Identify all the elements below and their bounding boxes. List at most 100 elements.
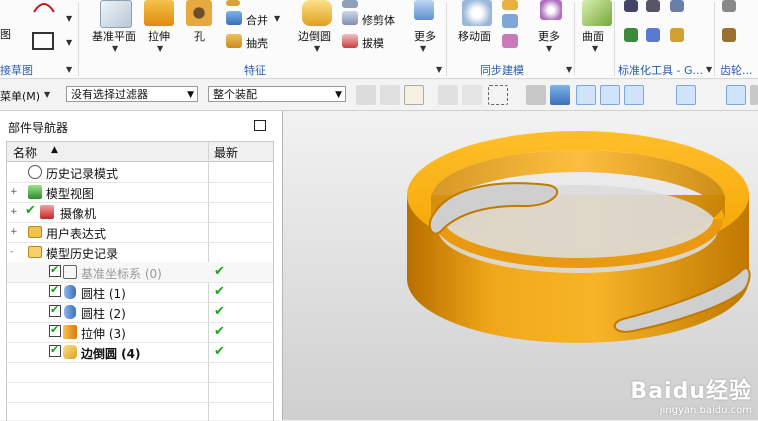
expand-icon[interactable]: +	[10, 227, 18, 237]
snap-point-icon[interactable]	[404, 85, 424, 105]
tree-row-history-mode[interactable]: 历史记录模式	[7, 162, 273, 182]
chevron-down-icon[interactable]: ▼	[592, 44, 598, 53]
checkbox[interactable]	[49, 303, 61, 317]
datum-plane-icon[interactable]	[100, 0, 132, 28]
tree-row-feature-extrude[interactable]: 拉伸 (3) ✔	[7, 322, 273, 342]
select-body-icon[interactable]	[550, 85, 570, 105]
more-sync-button[interactable]: 更多	[538, 28, 560, 44]
surface-icon[interactable]	[582, 0, 612, 26]
column-latest[interactable]: 最新	[214, 144, 238, 161]
more-feature-button[interactable]: 更多	[414, 28, 436, 44]
draft-button[interactable]: 拔模	[362, 35, 384, 51]
arc-icon[interactable]	[30, 0, 58, 14]
shell-icon[interactable]	[226, 34, 242, 48]
tool-icon[interactable]	[624, 0, 638, 12]
hole-icon[interactable]	[186, 0, 212, 26]
tool-icon[interactable]	[646, 0, 660, 12]
hole-button[interactable]: 孔	[194, 28, 205, 44]
tree-row-feature-cylinder-1[interactable]: 圆柱 (1) ✔	[7, 282, 273, 302]
trim-body-button[interactable]: 修剪体	[362, 12, 395, 28]
snap-tangent-icon[interactable]	[750, 85, 758, 105]
more-sync-icon[interactable]	[540, 0, 562, 20]
tree-row-model-views[interactable]: + 模型视图	[7, 182, 273, 202]
select-tool-icon[interactable]	[380, 85, 400, 105]
sort-ascending-icon[interactable]: ▲	[51, 145, 58, 155]
part-navigator: 部件导航器 名称 ▲ 最新 历史记录模式 + 模型视图 + ✔ 摄像机 + 用户…	[0, 111, 283, 421]
expand-icon[interactable]: +	[10, 187, 18, 197]
trim-body-icon[interactable]	[342, 11, 358, 25]
tree-row-model-history[interactable]: - 模型历史记录	[7, 242, 273, 262]
chevron-down-icon[interactable]: ▼	[66, 38, 72, 47]
select-tool-icon[interactable]	[462, 85, 482, 105]
chevron-down-icon[interactable]: ▼	[566, 65, 572, 74]
maximize-icon[interactable]	[254, 120, 266, 131]
tool-icon[interactable]	[624, 28, 638, 42]
tree-row-feature-cylinder-2[interactable]: 圆柱 (2) ✔	[7, 302, 273, 322]
extrude-icon[interactable]	[144, 0, 174, 26]
snap-line-icon[interactable]	[600, 85, 620, 105]
graphics-viewport[interactable]: Baidu经验 jingyan.baidu.com	[283, 111, 758, 420]
cropped-icon[interactable]	[226, 0, 240, 6]
sync-tool-icon[interactable]	[502, 14, 518, 28]
tool-icon[interactable]	[646, 28, 660, 42]
chevron-down-icon[interactable]: ▼	[314, 44, 320, 53]
tree-row-feature-datum-csys[interactable]: 基准坐标系 (0) ✔	[7, 262, 273, 282]
snap-intersection-icon[interactable]	[700, 85, 720, 105]
expand-icon[interactable]: +	[10, 207, 18, 217]
edge-blend-icon[interactable]	[302, 0, 332, 26]
chevron-down-icon[interactable]: ▼	[44, 90, 50, 99]
tree-row-label: 摄像机	[60, 207, 97, 221]
select-tool-icon[interactable]	[356, 85, 376, 105]
column-name[interactable]: 名称	[13, 144, 37, 161]
extrude-button[interactable]: 拉伸	[148, 28, 170, 44]
tree-row-label: 模型历史记录	[46, 247, 119, 261]
sync-tool-icon[interactable]	[502, 0, 518, 10]
more-feature-icon[interactable]	[414, 0, 434, 20]
snap-midpoint-icon[interactable]	[624, 85, 644, 105]
snap-control-icon[interactable]	[676, 85, 696, 105]
surface-button[interactable]: 曲面	[582, 28, 604, 44]
unite-icon[interactable]	[226, 11, 242, 25]
trim-body-icon[interactable]	[342, 0, 358, 8]
edge-blend-button[interactable]: 边倒圆	[298, 28, 331, 44]
checkbox[interactable]	[49, 263, 61, 277]
snap-curve-icon[interactable]	[650, 85, 670, 105]
snap-endpoint-icon[interactable]	[576, 85, 596, 105]
tree-row-cameras[interactable]: + ✔ 摄像机	[7, 202, 273, 222]
chevron-down-icon[interactable]: ▼	[420, 44, 426, 53]
chevron-down-icon[interactable]: ▼	[706, 65, 712, 74]
gear-tool-icon[interactable]	[722, 0, 736, 12]
gear-tool-icon[interactable]	[722, 28, 736, 42]
rectangle-select-icon[interactable]	[488, 85, 508, 105]
datum-plane-button[interactable]: 基准平面	[92, 28, 136, 44]
chevron-down-icon[interactable]: ▼	[546, 44, 552, 53]
type-filter-select[interactable]: 没有选择过滤器 ▼	[66, 86, 198, 102]
collapse-icon[interactable]: -	[10, 247, 13, 257]
chevron-down-icon[interactable]: ▼	[112, 44, 118, 53]
chevron-down-icon[interactable]: ▼	[66, 14, 72, 23]
shell-button[interactable]: 抽壳	[246, 35, 268, 51]
sketch-cut-label[interactable]: 图	[0, 26, 11, 42]
chevron-down-icon[interactable]: ▼	[436, 65, 442, 74]
select-tool-icon[interactable]	[526, 85, 546, 105]
chevron-down-icon[interactable]: ▼	[274, 14, 280, 23]
tree-row-feature-edge-blend[interactable]: 边倒圆 (4) ✔	[7, 342, 273, 362]
checkbox[interactable]	[49, 343, 61, 357]
unite-button[interactable]: 合并	[246, 12, 268, 28]
draft-icon[interactable]	[342, 34, 358, 48]
sync-tool-icon[interactable]	[502, 34, 518, 48]
chevron-down-icon[interactable]: ▼	[66, 65, 72, 74]
checkbox[interactable]	[49, 323, 61, 337]
chevron-down-icon[interactable]: ▼	[157, 44, 163, 53]
assembly-scope-select[interactable]: 整个装配 ▼	[208, 86, 346, 102]
move-face-button[interactable]: 移动面	[458, 28, 491, 44]
select-tool-icon[interactable]	[438, 85, 458, 105]
rectangle-icon[interactable]	[32, 32, 54, 50]
checkbox[interactable]	[49, 283, 61, 297]
snap-center-icon[interactable]	[726, 85, 746, 105]
menu-button[interactable]: 菜单(M)	[0, 88, 40, 104]
tool-icon[interactable]	[670, 28, 684, 42]
tool-icon[interactable]	[670, 0, 684, 12]
tree-row-user-expressions[interactable]: + 用户表达式	[7, 222, 273, 242]
move-face-icon[interactable]	[462, 0, 492, 26]
